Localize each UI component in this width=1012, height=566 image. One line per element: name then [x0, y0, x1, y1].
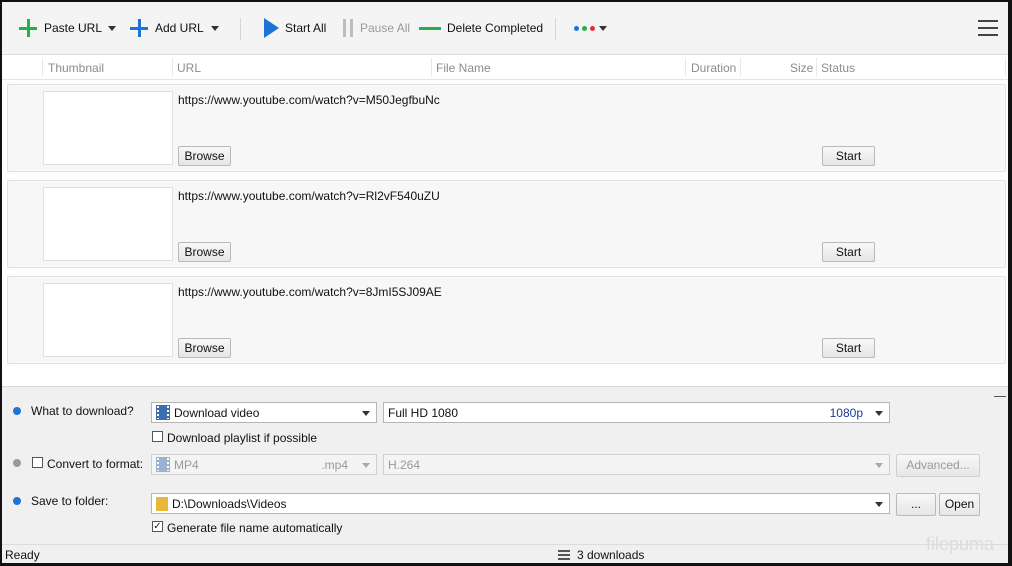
codec-select[interactable]: H.264 — [383, 454, 890, 475]
start-button[interactable]: Start — [822, 146, 875, 166]
save-to-folder-label: Save to folder: — [31, 494, 109, 508]
playlist-label[interactable]: Download playlist if possible — [167, 431, 317, 445]
list-item[interactable]: https://www.youtube.com/watch?v=M50Jegfb… — [7, 84, 1006, 172]
thumbnail — [43, 283, 173, 357]
start-all-button[interactable]: Start All — [264, 18, 326, 38]
status-bullet — [13, 407, 21, 415]
chevron-down-icon — [875, 463, 883, 468]
download-count: 3 downloads — [577, 548, 645, 562]
status-text: Ready — [5, 548, 40, 562]
col-status[interactable]: Status — [821, 61, 855, 75]
format-value: MP4 — [174, 457, 199, 472]
col-thumbnail[interactable]: Thumbnail — [48, 61, 104, 75]
convert-checkbox[interactable] — [32, 457, 43, 468]
pause-all-label: Pause All — [360, 21, 411, 35]
browse-button[interactable]: Browse — [178, 146, 231, 166]
autoname-label[interactable]: Generate file name automatically — [167, 521, 342, 535]
browse-folder-button[interactable]: ... — [896, 493, 936, 516]
url-text: https://www.youtube.com/watch?v=8JmI5SJ0… — [178, 285, 442, 299]
folder-icon — [156, 496, 168, 511]
format-select[interactable]: MP4 .mp4 — [151, 454, 377, 475]
chevron-down-icon — [362, 463, 370, 468]
start-button[interactable]: Start — [822, 338, 875, 358]
chevron-down-icon — [108, 25, 116, 31]
toolbar-divider — [555, 18, 556, 40]
download-type-value: Download video — [174, 405, 260, 420]
chevron-down-icon — [875, 411, 883, 416]
col-url[interactable]: URL — [177, 61, 201, 75]
dots-icon — [574, 25, 595, 31]
add-url-label: Add URL — [155, 21, 204, 35]
what-to-download-label: What to download? — [31, 404, 134, 418]
folder-select[interactable]: D:\Downloads\Videos — [151, 493, 890, 514]
browse-button[interactable]: Browse — [178, 242, 231, 262]
options-panel: What to download? Download video Full HD… — [2, 387, 1008, 544]
play-icon — [264, 18, 279, 38]
list-item[interactable]: https://www.youtube.com/watch?v=8JmI5SJ0… — [7, 276, 1006, 364]
pause-all-button[interactable]: Pause All — [342, 18, 410, 38]
col-file-name[interactable]: File Name — [436, 61, 491, 75]
film-icon — [156, 457, 170, 472]
paste-url-label: Paste URL — [44, 21, 103, 35]
chevron-down-icon — [211, 25, 219, 31]
browse-button[interactable]: Browse — [178, 338, 231, 358]
add-url-button[interactable]: Add URL — [129, 18, 204, 38]
autoname-checkbox[interactable]: ✓ — [152, 521, 163, 532]
download-list: Thumbnail URL File Name Duration Size St… — [2, 55, 1008, 387]
quality-select[interactable]: Full HD 1080 1080p — [383, 402, 890, 423]
url-text: https://www.youtube.com/watch?v=Rl2vF540… — [178, 189, 440, 203]
pause-icon — [342, 18, 354, 38]
watermark: filepuma — [926, 534, 995, 554]
advanced-button[interactable]: Advanced... — [896, 454, 980, 477]
collapse-icon[interactable] — [994, 396, 1006, 397]
status-bar: Ready 3 downloads — [2, 544, 1008, 563]
paste-url-dropdown[interactable] — [108, 18, 116, 38]
list-item[interactable]: https://www.youtube.com/watch?v=Rl2vF540… — [7, 180, 1006, 268]
toolbar-divider — [240, 18, 241, 40]
film-icon — [156, 405, 170, 420]
format-ext: .mp4 — [321, 457, 348, 472]
thumbnail — [43, 187, 173, 261]
start-button[interactable]: Start — [822, 242, 875, 262]
col-size[interactable]: Size — [790, 61, 813, 75]
plus-icon — [129, 18, 149, 38]
chevron-down-icon — [599, 25, 607, 31]
col-duration[interactable]: Duration — [691, 61, 736, 75]
thumbnail — [43, 91, 173, 165]
codec-value: H.264 — [388, 457, 421, 472]
paste-url-button[interactable]: Paste URL — [18, 18, 102, 38]
minus-line-icon — [419, 26, 441, 30]
start-all-label: Start All — [285, 21, 327, 35]
more-options-button[interactable] — [574, 18, 607, 38]
toolbar: Paste URL Add URL Start All Pause All De… — [2, 2, 1008, 55]
app-window: Paste URL Add URL Start All Pause All De… — [2, 2, 1008, 563]
url-text: https://www.youtube.com/watch?v=M50Jegfb… — [178, 93, 440, 107]
list-icon — [558, 549, 570, 560]
status-bullet — [13, 459, 21, 467]
chevron-down-icon — [875, 502, 883, 507]
playlist-checkbox[interactable] — [152, 431, 163, 442]
chevron-down-icon — [362, 411, 370, 416]
convert-label[interactable]: Convert to format: — [47, 457, 143, 471]
add-url-dropdown[interactable] — [211, 18, 219, 38]
delete-completed-label: Delete Completed — [447, 21, 544, 35]
open-folder-button[interactable]: Open — [939, 493, 980, 516]
status-bullet — [13, 497, 21, 505]
quality-badge: 1080p — [829, 405, 863, 420]
column-header: Thumbnail URL File Name Duration Size St… — [2, 55, 1008, 80]
folder-value: D:\Downloads\Videos — [172, 496, 287, 511]
plus-icon — [18, 18, 38, 38]
delete-completed-button[interactable]: Delete Completed — [419, 18, 543, 38]
hamburger-menu-icon[interactable] — [978, 19, 998, 37]
download-type-select[interactable]: Download video — [151, 402, 377, 423]
quality-value: Full HD 1080 — [388, 405, 459, 420]
